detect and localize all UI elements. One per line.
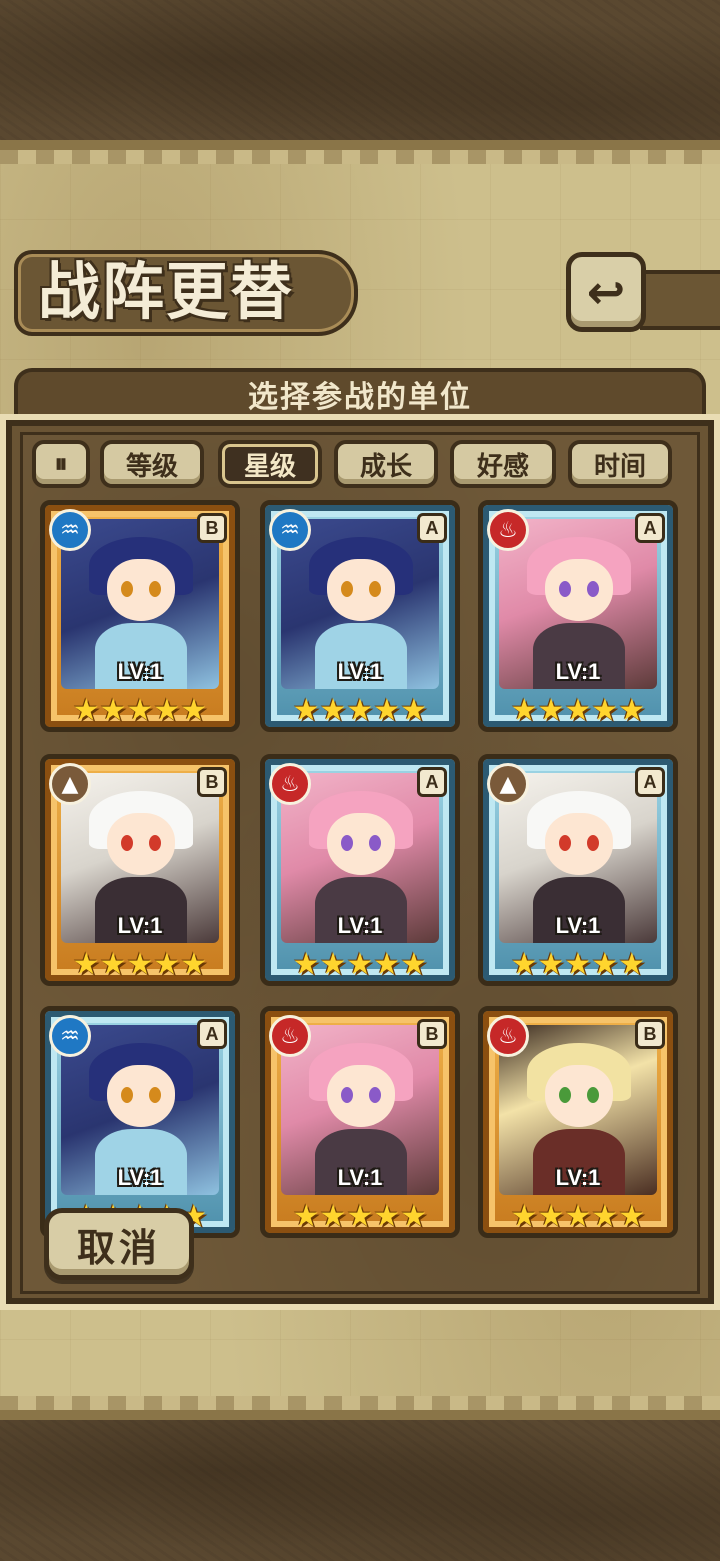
star-rating: ★★★★★ (510, 693, 646, 728)
return-arrow-icon: ↩ (586, 265, 626, 319)
tab-growth[interactable]: 成长 (334, 440, 438, 488)
fire-element-icon: ♨ (269, 1015, 311, 1057)
back-button[interactable]: ↩ (566, 252, 646, 332)
fire-element-icon: ♨ (269, 763, 311, 805)
star-rating: ★★★★★ (72, 693, 208, 728)
rank-badge: A (417, 513, 447, 543)
unit-card[interactable]: ♒ A LV:1 ★★★★★ (260, 500, 460, 732)
unit-level: LV:1 (555, 1165, 601, 1190)
rank-badge: A (197, 1019, 227, 1049)
rank-badge: B (635, 1019, 665, 1049)
unit-card[interactable]: ▲ A LV:1 ★★★★★ (478, 754, 678, 986)
rank-badge: A (635, 513, 665, 543)
unit-level: LV:1 (555, 913, 601, 938)
earth-element-icon: ▲ (487, 763, 529, 805)
unit-card[interactable]: ▲ B LV:1 ★★★★★ (40, 754, 240, 986)
water-element-icon: ♒ (49, 1015, 91, 1057)
unit-level: LV:1 (337, 659, 383, 684)
unit-level: LV:1 (117, 1165, 163, 1190)
star-rating: ★★★★★ (72, 947, 208, 982)
star-rating: ★★★★★ (510, 1199, 646, 1234)
tab-level[interactable]: 等级 (100, 440, 204, 488)
sort-order-icon: ⏸ (54, 448, 68, 479)
portrait-face (327, 813, 395, 875)
sort-order-toggle[interactable]: ⏸ (32, 440, 90, 488)
rank-badge: B (417, 1019, 447, 1049)
portrait-face (327, 1065, 395, 1127)
star-rating: ★★★★★ (292, 693, 428, 728)
star-rating: ★★★★★ (292, 947, 428, 982)
rank-badge: B (197, 767, 227, 797)
star-rating: ★★★★★ (292, 1199, 428, 1234)
unit-level: LV:1 (337, 913, 383, 938)
portrait-face (107, 559, 175, 621)
unit-card[interactable]: ♨ A LV:1 ★★★★★ (260, 754, 460, 986)
unit-card[interactable]: ♒ALV:1★★★★★ (40, 1006, 240, 1238)
unit-card[interactable]: ♨ B LV:1 ★★★★★ (260, 1006, 460, 1238)
tab-star[interactable]: 星级 (218, 440, 322, 488)
unit-level: LV:1 (117, 913, 163, 938)
water-element-icon: ♒ (49, 509, 91, 551)
rank-badge: B (197, 513, 227, 543)
background-map-top (0, 0, 720, 150)
tab-time[interactable]: 时间 (568, 440, 672, 488)
panel-heading: 选择参战的单位 (14, 368, 706, 416)
portrait-face (545, 1065, 613, 1127)
unit-card[interactable]: ♒ B LV:1 ★★★★★ (40, 500, 240, 732)
rank-badge: A (417, 767, 447, 797)
portrait-face (327, 559, 395, 621)
back-button-plate (640, 270, 720, 330)
star-rating: ★★★★★ (510, 947, 646, 982)
fire-element-icon: ♨ (487, 509, 529, 551)
water-element-icon: ♒ (269, 509, 311, 551)
portrait-face (545, 559, 613, 621)
unit-level: LV:1 (117, 659, 163, 684)
portrait-face (545, 813, 613, 875)
background-map-bottom (0, 1410, 720, 1561)
portrait-face (107, 1065, 175, 1127)
rank-badge: A (635, 767, 665, 797)
unit-level: LV:1 (555, 659, 601, 684)
unit-card[interactable]: ♨ B LV:1 ★★★★★ (478, 1006, 678, 1238)
portrait-face (107, 813, 175, 875)
earth-element-icon: ▲ (49, 763, 91, 805)
tab-affection[interactable]: 好感 (450, 440, 556, 488)
fire-element-icon: ♨ (487, 1015, 529, 1057)
unit-level: LV:1 (337, 1165, 383, 1190)
unit-card[interactable]: ♨ A LV:1 ★★★★★ (478, 500, 678, 732)
cancel-button[interactable]: 取消 (44, 1208, 194, 1280)
page-title: 战阵更替 (38, 255, 295, 328)
